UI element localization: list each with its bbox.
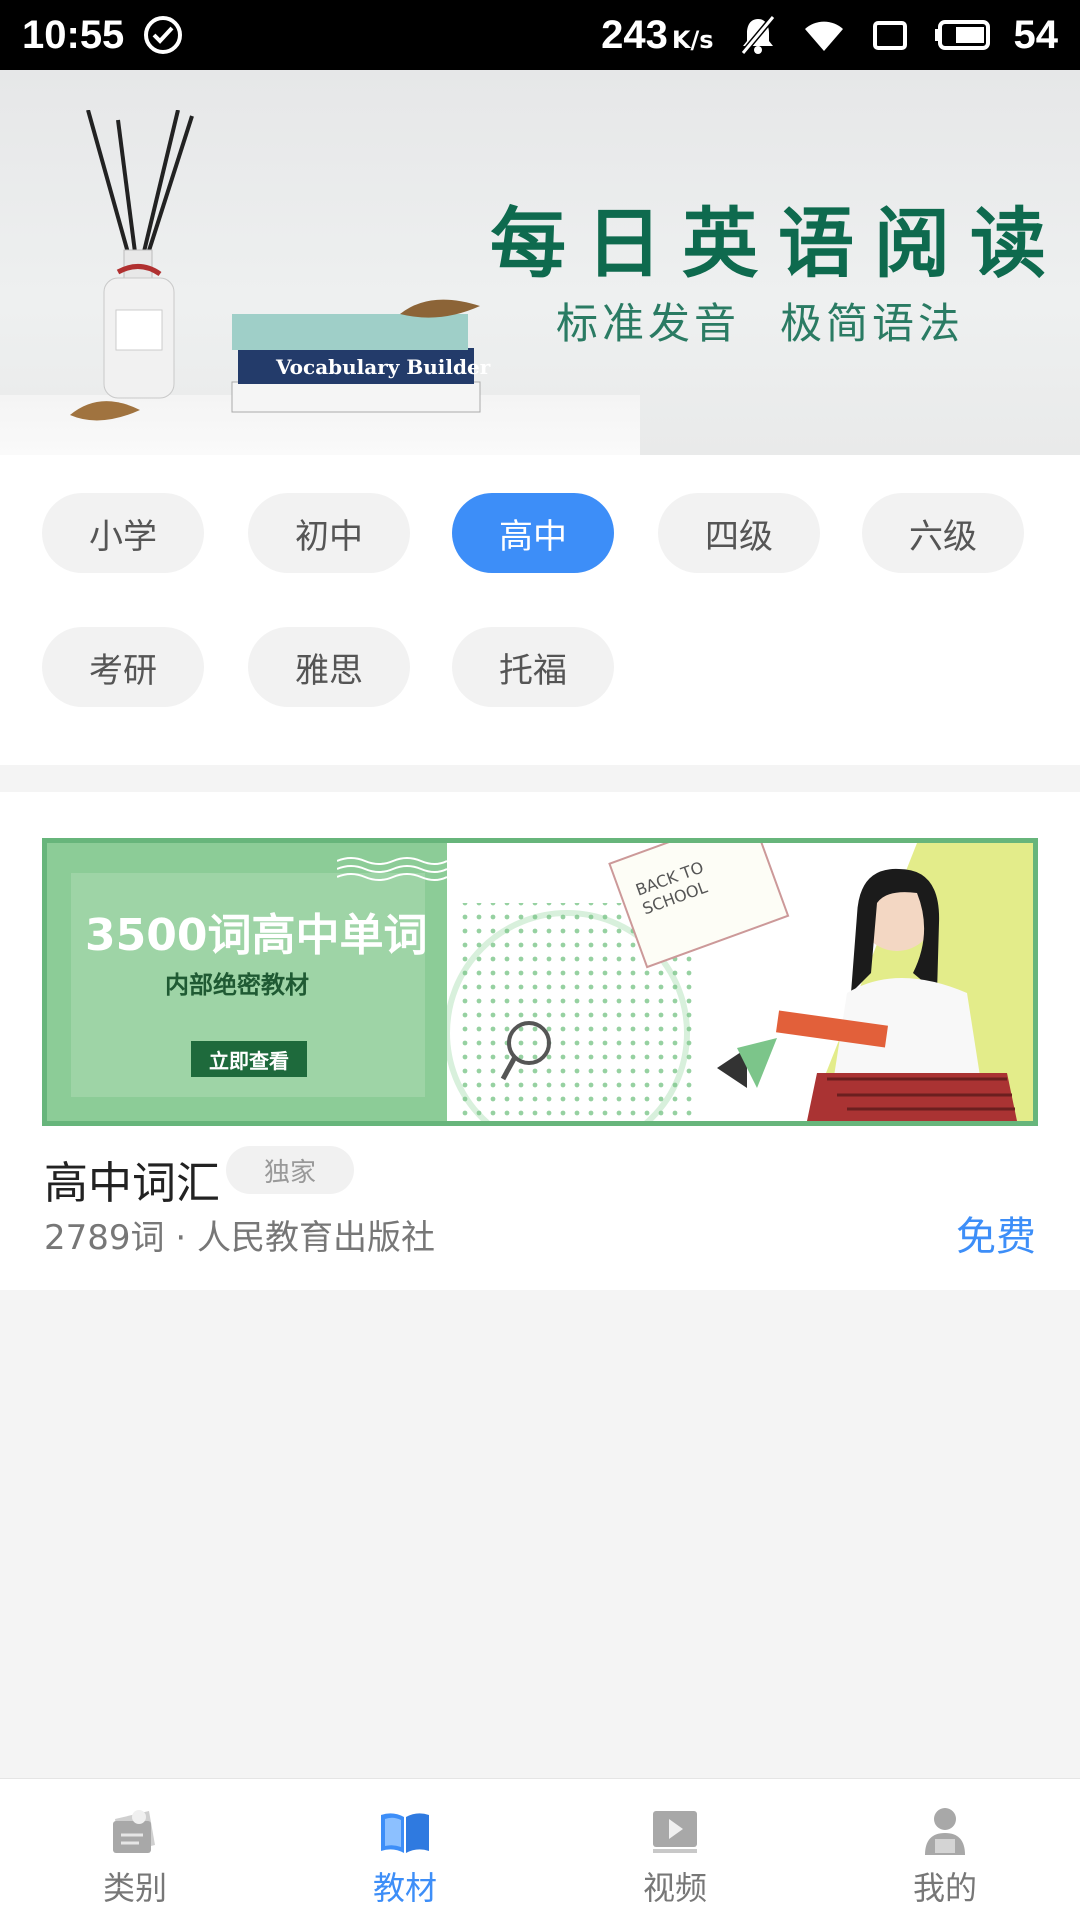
- status-right: 243 K/s 54: [601, 13, 1058, 58]
- grade-chip-senior[interactable]: 高中: [452, 493, 614, 573]
- tab-mine[interactable]: 我的: [810, 1779, 1080, 1920]
- tab-textbook[interactable]: 教材: [270, 1779, 540, 1920]
- check-circle-icon: [144, 16, 183, 54]
- promo-view-button[interactable]: 立即查看: [191, 1041, 307, 1077]
- promo-headline: 3500词高中单词: [85, 910, 428, 961]
- promo-subline: 内部绝密教材: [165, 971, 309, 999]
- grade-chip-cet4[interactable]: 四级: [658, 493, 820, 573]
- tab-video[interactable]: 视频: [540, 1779, 810, 1920]
- video-icon: [653, 1811, 697, 1853]
- grade-chip-postgrad[interactable]: 考研: [42, 627, 204, 707]
- grade-chip-primary[interactable]: 小学: [42, 493, 204, 573]
- book-open-icon: [381, 1813, 429, 1853]
- battery-level: 54: [1013, 12, 1059, 57]
- hero-title: 每日英语阅读: [490, 199, 1066, 288]
- hero-subtitle: 标准发音 极简语法: [556, 299, 965, 348]
- sim-card-icon: [868, 15, 912, 55]
- exclusive-badge: 独家: [226, 1146, 354, 1194]
- app-screen: 10:55 243 K/s 54 Vocabulary Builder 每日英语…: [0, 0, 1080, 1920]
- svg-text:Vocabulary Builder: Vocabulary Builder: [275, 355, 491, 379]
- grade-chip-junior[interactable]: 初中: [248, 493, 410, 573]
- net-speed: 243 K/s: [601, 12, 714, 57]
- bell-muted-icon: [736, 15, 780, 55]
- promo-banner[interactable]: 3500词高中单词 内部绝密教材 立即查看 BACK TO SCHOOL: [42, 838, 1038, 1126]
- price-free-label: 免费: [956, 1214, 1036, 1260]
- grade-chip-toefl[interactable]: 托福: [452, 627, 614, 707]
- status-time: 10:55: [22, 12, 125, 57]
- user-icon: [925, 1808, 965, 1855]
- wifi-icon: [802, 15, 846, 55]
- book-meta: 2789词 · 人民教育出版社: [44, 1218, 435, 1258]
- bottom-tab-bar: 类别 教材 视频 我的: [0, 1778, 1080, 1920]
- hero-banner[interactable]: Vocabulary Builder 每日英语阅读 标准发音 极简语法: [0, 70, 1080, 455]
- category-icon: [113, 1810, 155, 1853]
- hero-still-life-illustration: Vocabulary Builder: [70, 110, 491, 421]
- grade-chip-cet6[interactable]: 六级: [862, 493, 1024, 573]
- book-title: 高中词汇: [44, 1158, 220, 1209]
- promo-student-illustration: BACK TO SCHOOL: [447, 843, 1033, 1121]
- battery-icon: [934, 15, 992, 55]
- status-bar: 10:55 243 K/s 54: [0, 0, 1080, 70]
- tab-category[interactable]: 类别: [0, 1779, 270, 1920]
- grade-filter: 小学 初中 高中 四级 六级 考研 雅思 托福: [0, 455, 1080, 765]
- grade-chip-ielts[interactable]: 雅思: [248, 627, 410, 707]
- promo-wave-decoration: [337, 857, 447, 881]
- book-card[interactable]: 3500词高中单词 内部绝密教材 立即查看 BACK TO SCHOOL 高中词…: [0, 792, 1080, 1290]
